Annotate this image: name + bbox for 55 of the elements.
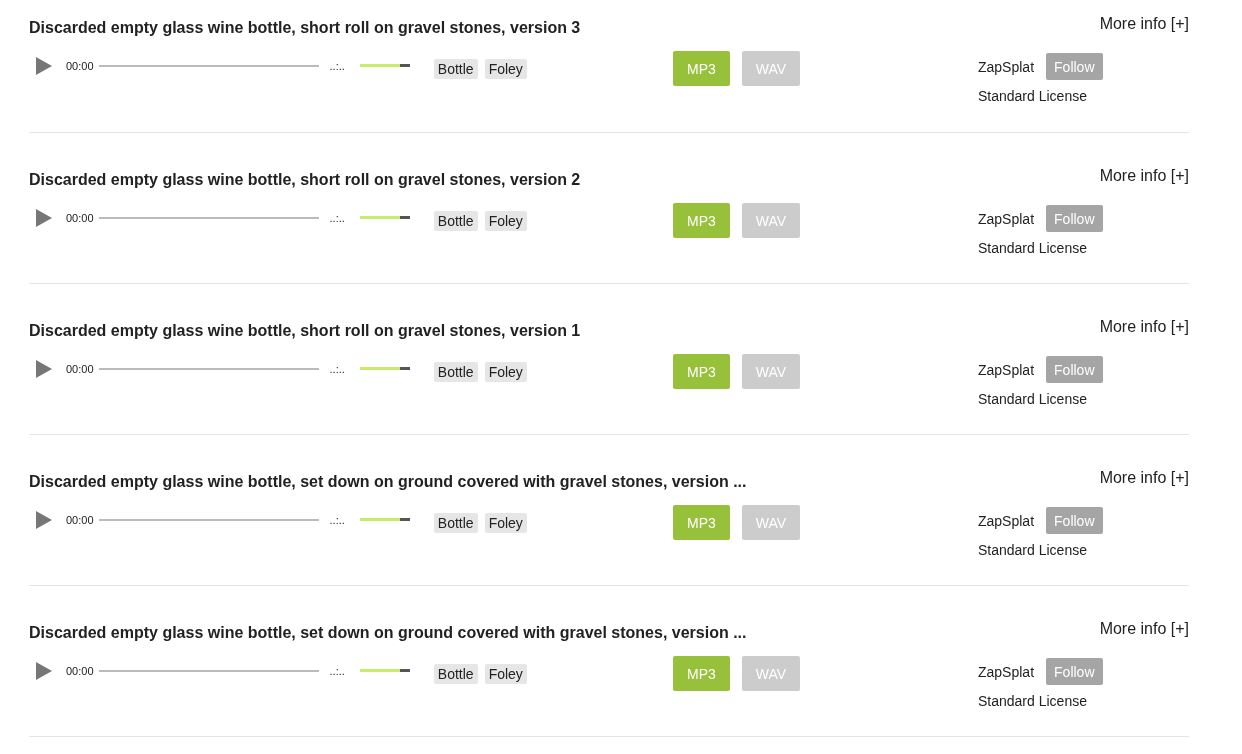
more-info-link[interactable]: More info [+] [1099, 166, 1189, 186]
author-name: ZapSplat [978, 58, 1035, 75]
play-icon[interactable] [36, 208, 52, 227]
author-name: ZapSplat [978, 663, 1035, 680]
license-text: Standard License [978, 88, 1088, 104]
sound-title: Discarded empty glass wine bottle, short roll on gravel stones, version 1 [29, 321, 581, 341]
tag[interactable]: Foley [484, 512, 527, 533]
sound-title: Discarded empty glass wine bottle, set down on ground covered with gravel stones, version ... [29, 472, 747, 492]
tag[interactable]: Bottle [433, 210, 478, 231]
play-icon[interactable] [36, 359, 52, 378]
duration: ..:.. [329, 211, 345, 224]
tag[interactable]: Foley [484, 210, 527, 231]
play-icon[interactable] [36, 510, 52, 529]
progress-track[interactable] [98, 64, 319, 67]
play-icon[interactable] [36, 56, 52, 75]
sound-title: Discarded empty glass wine bottle, short roll on gravel stones, version 2 [29, 170, 581, 190]
play-icon[interactable] [36, 661, 52, 680]
progress-track[interactable] [98, 518, 319, 521]
progress-track[interactable] [98, 669, 319, 672]
more-info-link[interactable]: More info [+] [1099, 619, 1189, 639]
progress-track[interactable] [98, 367, 319, 370]
current-time: 00:00 [66, 59, 94, 72]
sound-title: Discarded empty glass wine bottle, short roll on gravel stones, version 3 [29, 18, 581, 38]
tag[interactable]: Foley [484, 58, 527, 79]
volume-slider[interactable] [359, 64, 410, 67]
current-time: 00:00 [66, 513, 94, 526]
more-info-link[interactable]: More info [+] [1099, 317, 1189, 337]
license-text: Standard License [978, 391, 1088, 407]
tag[interactable]: Foley [484, 361, 527, 382]
volume-slider[interactable] [359, 216, 410, 219]
duration: ..:.. [329, 513, 345, 526]
current-time: 00:00 [66, 664, 94, 677]
author-name: ZapSplat [978, 512, 1035, 529]
author-name: ZapSplat [978, 361, 1035, 378]
license-text: Standard License [978, 240, 1088, 256]
volume-slider[interactable] [359, 669, 410, 672]
license-text: Standard License [978, 693, 1088, 709]
more-info-link[interactable]: More info [+] [1099, 14, 1189, 34]
more-info-link[interactable]: More info [+] [1099, 468, 1189, 488]
duration: ..:.. [329, 362, 345, 375]
tag[interactable]: Bottle [433, 663, 478, 684]
author-name: ZapSplat [978, 210, 1035, 227]
license-text: Standard License [978, 542, 1088, 558]
volume-slider[interactable] [359, 518, 410, 521]
tag[interactable]: Bottle [433, 512, 478, 533]
sound-title: Discarded empty glass wine bottle, set down on ground covered with gravel stones, version ... [29, 623, 747, 643]
progress-track[interactable] [98, 216, 319, 219]
tag[interactable]: Bottle [433, 361, 478, 382]
duration: ..:.. [329, 59, 345, 72]
tag[interactable]: Bottle [433, 58, 478, 79]
tag[interactable]: Foley [484, 663, 527, 684]
volume-slider[interactable] [359, 367, 410, 370]
current-time: 00:00 [66, 362, 94, 375]
duration: ..:.. [329, 664, 345, 677]
current-time: 00:00 [66, 211, 94, 224]
